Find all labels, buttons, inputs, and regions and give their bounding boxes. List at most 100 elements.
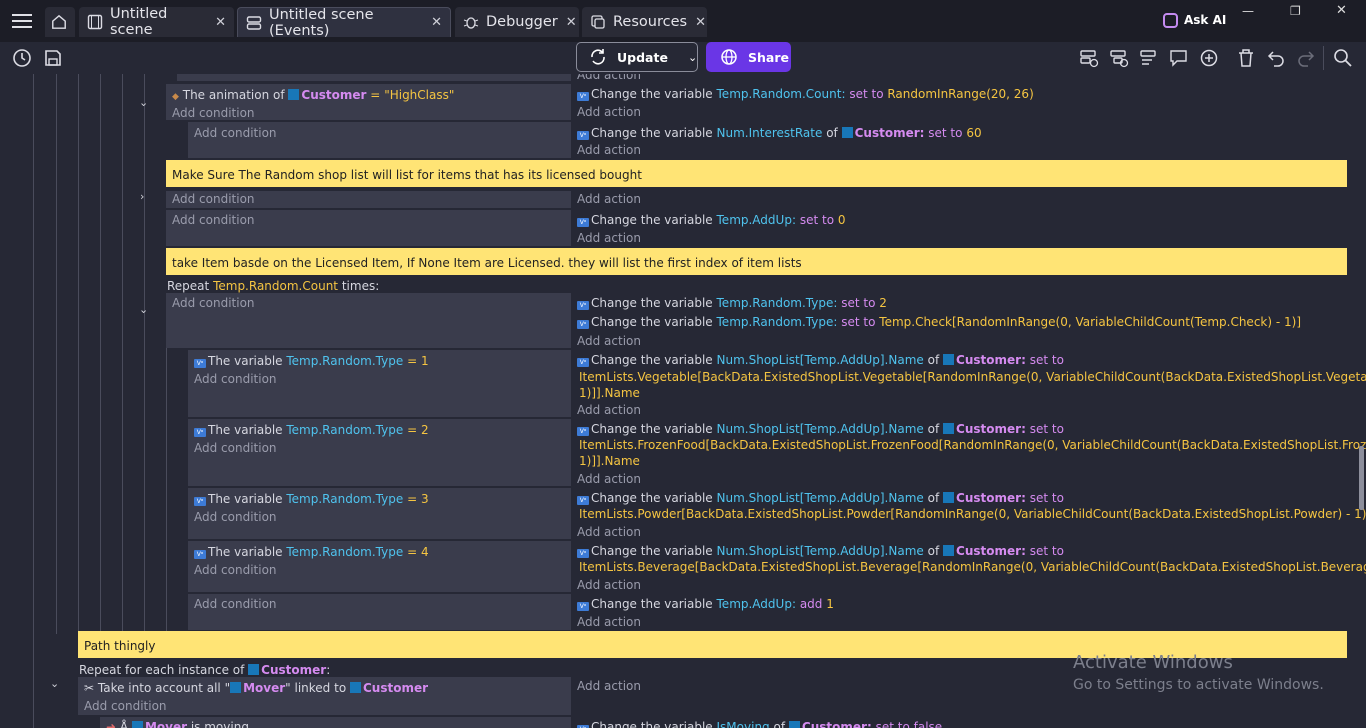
- add-condition[interactable]: Add condition: [84, 699, 167, 713]
- add-condition[interactable]: Add condition: [194, 563, 277, 577]
- save-icon[interactable]: [43, 48, 63, 68]
- operator: =: [407, 492, 418, 506]
- add-action[interactable]: Add action: [577, 105, 641, 119]
- add-action[interactable]: Add action: [577, 679, 641, 693]
- action-value: 1)]].Name: [579, 386, 640, 400]
- condition-cell[interactable]: Vᵃ The variable Temp.Random.Type = 3 Add …: [188, 488, 571, 539]
- action-line[interactable]: Vᵃ Change the variable Temp.Random.Type: …: [577, 296, 887, 310]
- share-button[interactable]: Share: [706, 42, 791, 72]
- close-icon[interactable]: ✕: [687, 15, 706, 30]
- add-action[interactable]: Add action: [577, 525, 641, 539]
- condition-cell[interactable]: Vᵃ The variable Temp.Random.Type = 1 Add …: [188, 350, 571, 417]
- add-action[interactable]: Add action: [577, 472, 641, 486]
- undo-icon[interactable]: [1266, 48, 1286, 68]
- history-icon[interactable]: [12, 48, 32, 68]
- chevron-down-icon[interactable]: ⌄: [139, 303, 148, 316]
- variable-icon: Vᵃ: [194, 359, 206, 368]
- ask-ai-button[interactable]: Ask AI: [1163, 10, 1229, 30]
- bug-icon: [463, 14, 479, 30]
- condition-cell[interactable]: Add condition: [188, 594, 571, 630]
- repeat-header[interactable]: Repeat Temp.Random.Count times:: [167, 279, 379, 293]
- object-icon: [943, 423, 955, 434]
- condition-cell[interactable]: Add condition: [166, 191, 571, 208]
- condition-cell[interactable]: Add condition: [166, 210, 571, 246]
- action-line[interactable]: Vᵃ Change the variable Num.ShopList[Temp.…: [577, 422, 1064, 436]
- chevron-down-icon[interactable]: ⌄: [50, 677, 59, 690]
- action-line[interactable]: Vᵃ Change the variable Num.ShopList[Temp.…: [577, 491, 1064, 505]
- foreach-header[interactable]: Repeat for each instance of Customer:: [79, 663, 330, 677]
- add-action[interactable]: Add action: [577, 615, 641, 629]
- add-action[interactable]: Add action: [577, 143, 641, 157]
- activation-watermark-title: Activate Windows: [1073, 652, 1233, 673]
- close-icon[interactable]: ✕: [207, 15, 226, 30]
- action-line[interactable]: Vᵃ Change the variable Num.InterestRate o…: [577, 126, 982, 140]
- add-action[interactable]: Add action: [577, 334, 641, 348]
- action-text: Change the variable: [591, 87, 713, 101]
- add-other-icon[interactable]: [1139, 48, 1159, 68]
- action-line[interactable]: Vᵃ Change the variable Temp.Random.Type: …: [577, 315, 1301, 329]
- condition-cell[interactable]: ◆ The animation of Customer = "HighClass…: [166, 84, 571, 120]
- action-line[interactable]: Vᵃ Change the variable Num.ShopList[Temp.…: [577, 544, 1064, 558]
- add-condition[interactable]: Add condition: [194, 597, 277, 611]
- object-icon: [350, 682, 361, 693]
- update-button[interactable]: Update ⌄: [576, 42, 698, 72]
- value: 60: [966, 126, 982, 140]
- value: Temp.Check[RandomInRange(0, VariableChil…: [879, 315, 1301, 329]
- add-comment-icon[interactable]: [1169, 48, 1189, 68]
- variable-name: Num.ShopList[Temp.AddUp].Name: [716, 544, 924, 558]
- add-condition[interactable]: Add condition: [194, 441, 277, 455]
- maximize-button[interactable]: ❐: [1290, 4, 1301, 18]
- comment[interactable]: Make Sure The Random shop list will list…: [166, 160, 1347, 187]
- add-circle-icon[interactable]: [1199, 48, 1219, 68]
- action-line[interactable]: Vᵃ Change the variable Temp.AddUp: add 1: [577, 597, 834, 611]
- search-icon[interactable]: [1333, 48, 1353, 68]
- add-action[interactable]: Add action: [577, 403, 641, 417]
- add-condition[interactable]: Add condition: [172, 213, 255, 227]
- close-icon[interactable]: ✕: [558, 15, 577, 30]
- close-icon[interactable]: ✕: [423, 15, 442, 30]
- redo-icon[interactable]: [1296, 48, 1316, 68]
- action-line[interactable]: Vᵃ Change the variable Temp.AddUp: set to…: [577, 213, 846, 227]
- add-subevent-icon[interactable]: [1109, 48, 1129, 68]
- chevron-right-icon[interactable]: ›: [140, 190, 144, 203]
- operator: =: [407, 354, 418, 368]
- trash-icon[interactable]: [1236, 48, 1256, 68]
- condition-cell[interactable]: Vᵃ The variable Temp.Random.Type = 4 Add …: [188, 541, 571, 592]
- variable-name: Num.ShopList[Temp.AddUp].Name: [716, 491, 924, 505]
- tab-resources[interactable]: Resources ✕: [582, 7, 707, 37]
- chevron-down-icon[interactable]: ⌄: [139, 96, 148, 109]
- add-action[interactable]: Add action: [577, 231, 641, 245]
- hamburger-menu-icon[interactable]: [12, 12, 32, 30]
- add-action[interactable]: Add action: [577, 192, 641, 206]
- tab-untitled-scene-events[interactable]: Untitled scene (Events) ✕: [237, 7, 451, 39]
- comment[interactable]: take Item basde on the Licensed Item, If…: [166, 248, 1347, 275]
- tab-home[interactable]: [45, 7, 75, 37]
- not-icon: Å: [119, 720, 129, 728]
- scrollbar-thumb[interactable]: [1359, 446, 1364, 510]
- action-line[interactable]: Vᵃ Change the variable Num.ShopList[Temp.…: [577, 353, 1064, 367]
- minimize-button[interactable]: —: [1242, 4, 1254, 18]
- condition-cell[interactable]: ➜ Å Mover is moving: [100, 717, 571, 728]
- add-condition[interactable]: Add condition: [194, 126, 277, 140]
- add-action[interactable]: Add action: [577, 578, 641, 592]
- variable-icon: Vᵃ: [577, 218, 589, 227]
- add-action[interactable]: Add action: [577, 74, 641, 82]
- action-line[interactable]: Vᵃ Change the variable Temp.Random.Count:…: [577, 87, 1034, 101]
- condition-cell[interactable]: Vᵃ The variable Temp.Random.Type = 2 Add …: [188, 419, 571, 486]
- add-condition[interactable]: Add condition: [172, 192, 255, 206]
- condition-cell[interactable]: Add condition: [188, 122, 571, 158]
- add-condition[interactable]: Add condition: [194, 510, 277, 524]
- condition-cell[interactable]: Add condition: [166, 293, 571, 348]
- chevron-down-icon[interactable]: ⌄: [688, 51, 697, 64]
- condition-cell[interactable]: ✂ Take into account all " Mover" linked t…: [78, 677, 571, 715]
- operator: set to: [849, 87, 884, 101]
- add-condition[interactable]: Add condition: [172, 296, 255, 310]
- window-close-button[interactable]: ✕: [1336, 3, 1347, 18]
- add-event-icon[interactable]: [1079, 48, 1099, 68]
- action-text: Change the variable: [591, 491, 713, 505]
- tab-debugger[interactable]: Debugger ✕: [455, 7, 579, 37]
- action-line[interactable]: VᵃChange the variable IsMoving of Custom…: [577, 720, 942, 728]
- tab-untitled-scene[interactable]: Untitled scene ✕: [79, 6, 234, 38]
- add-condition[interactable]: Add condition: [194, 372, 277, 386]
- add-condition[interactable]: Add condition: [172, 106, 255, 120]
